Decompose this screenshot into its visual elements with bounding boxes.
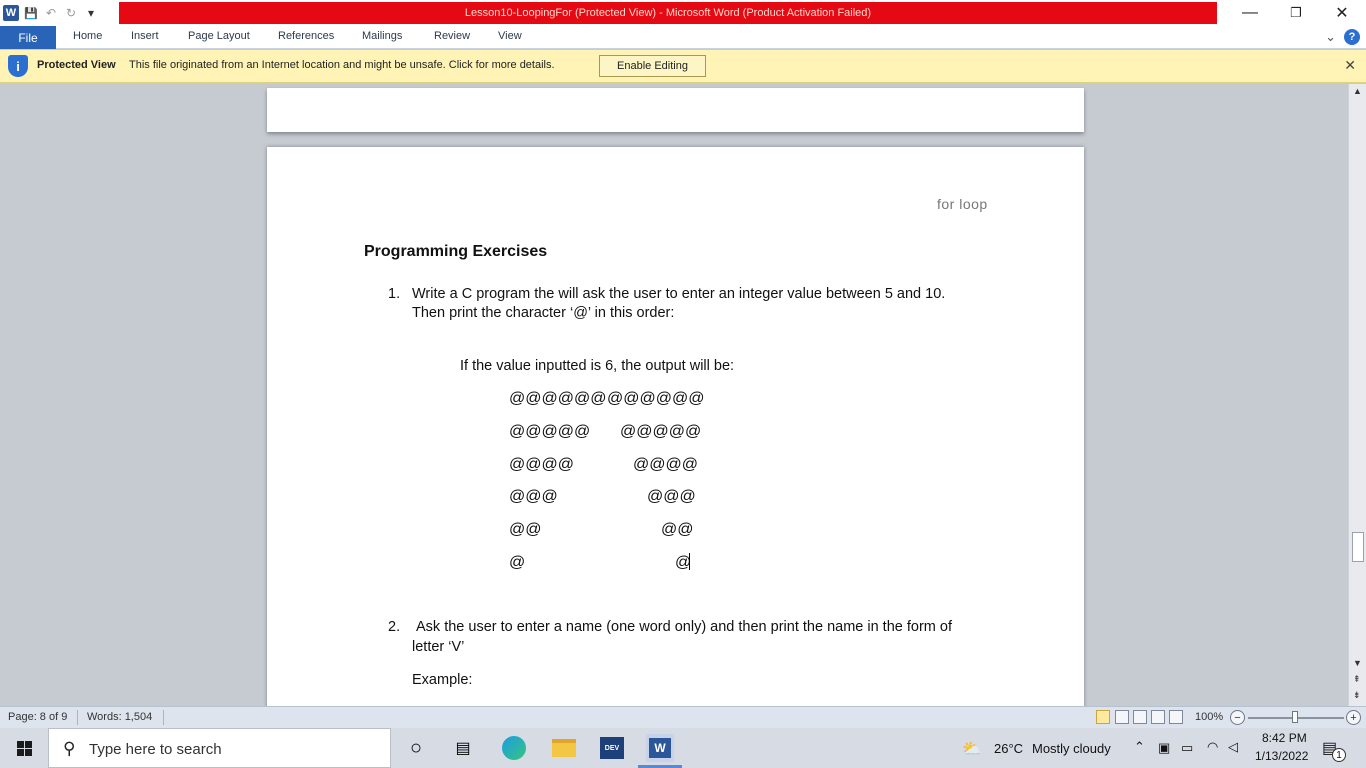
show-hidden-icons-icon[interactable]: ⌃ xyxy=(1134,739,1145,755)
pattern-right-row: @@@ xyxy=(647,488,696,505)
help-icon[interactable]: ? xyxy=(1344,29,1360,45)
zoom-out-button[interactable]: − xyxy=(1230,710,1245,725)
close-protected-bar-icon[interactable]: ✕ xyxy=(1344,57,1356,74)
word-taskbar-icon[interactable]: W xyxy=(646,734,674,762)
exercise-1-line-1: Write a C program the will ask the user … xyxy=(412,286,946,302)
exercise-1-line-2: Then print the character ‘@’ in this ord… xyxy=(412,305,675,321)
exercise-2-line-1: Ask the user to enter a name (one word o… xyxy=(416,619,952,635)
scroll-down-icon[interactable]: ▼ xyxy=(1353,658,1362,668)
file-explorer-icon[interactable] xyxy=(550,734,578,762)
list-number-1: 1. xyxy=(388,286,401,302)
tab-page-layout[interactable]: Page Layout xyxy=(188,30,250,42)
pattern-right-row: @@@@ xyxy=(633,456,698,473)
volume-icon[interactable]: ◁ xyxy=(1228,739,1238,755)
minimize-button[interactable]: — xyxy=(1227,0,1273,26)
notification-badge: 1 xyxy=(1332,748,1346,762)
protected-view-message[interactable]: This file originated from an Internet lo… xyxy=(129,59,555,71)
start-button[interactable] xyxy=(0,728,48,768)
draft-view-icon[interactable] xyxy=(1169,710,1183,724)
tab-file[interactable]: File xyxy=(0,26,56,49)
pattern-right-row: @@@@@@ xyxy=(607,390,705,407)
tab-home[interactable]: Home xyxy=(73,30,102,42)
search-placeholder: Type here to search xyxy=(89,741,222,758)
zoom-slider-thumb[interactable] xyxy=(1292,711,1298,723)
tab-review[interactable]: Review xyxy=(434,30,470,42)
list-number-2: 2. xyxy=(388,619,401,635)
collapse-ribbon-icon[interactable]: ⌄ xyxy=(1325,29,1336,45)
taskbar-search-box[interactable]: ⚲ Type here to search xyxy=(48,728,391,768)
status-divider xyxy=(77,710,78,725)
edge-browser-icon[interactable] xyxy=(500,734,528,762)
text-cursor xyxy=(689,553,690,570)
full-screen-reading-view-icon[interactable] xyxy=(1115,710,1129,724)
meet-now-icon[interactable]: ▣ xyxy=(1158,740,1170,756)
section-heading: Programming Exercises xyxy=(364,243,548,260)
document-area[interactable]: for loop Programming Exercises 1. Write … xyxy=(0,84,1348,706)
pattern-left-row: @ xyxy=(509,554,526,571)
word-logo-icon[interactable]: W xyxy=(3,5,19,21)
customize-qat-icon[interactable]: ▾ xyxy=(83,5,99,21)
dev-cpp-icon[interactable]: DEV xyxy=(598,734,626,762)
cortana-icon[interactable]: ○ xyxy=(402,734,430,762)
pattern-left-row: @@@@ xyxy=(509,456,574,473)
protected-view-label: Protected View xyxy=(37,59,116,71)
search-icon: ⚲ xyxy=(63,739,76,758)
word-count[interactable]: Words: 1,504 xyxy=(87,711,152,723)
pattern-left-row: @@@@@ xyxy=(509,423,591,440)
clock-time[interactable]: 8:42 PM xyxy=(1262,731,1307,745)
save-icon[interactable]: 💾 xyxy=(23,5,39,21)
pattern-left-row: @@@ xyxy=(509,488,558,505)
example-label: Example: xyxy=(412,672,473,688)
pattern-right-row: @@@@@ xyxy=(620,423,702,440)
example-intro: If the value inputted is 6, the output w… xyxy=(460,358,735,374)
scroll-thumb[interactable] xyxy=(1352,532,1364,562)
quick-access-toolbar: W 💾 ↶ ↻ ▾ xyxy=(0,0,99,26)
redo-icon[interactable]: ↻ xyxy=(63,5,79,21)
weather-temperature[interactable]: 26°C xyxy=(994,741,1023,756)
page-count[interactable]: Page: 8 of 9 xyxy=(8,711,67,723)
status-divider xyxy=(163,710,164,725)
vertical-scrollbar[interactable]: ▲ ▼ ⇞ ⇟ xyxy=(1348,84,1366,706)
window-title: Lesson10-LoopingFor (Protected View) - M… xyxy=(119,2,1217,24)
zoom-in-button[interactable]: + xyxy=(1346,710,1361,725)
taskbar: ⚲ Type here to search ○ ▤ DEV W ⛅ 26°C M… xyxy=(0,728,1366,768)
windows-logo-icon xyxy=(16,740,32,756)
previous-page-icon[interactable]: ⇞ xyxy=(1353,674,1361,685)
task-view-icon[interactable]: ▤ xyxy=(449,734,477,762)
pattern-right-row: @@ xyxy=(661,521,694,538)
battery-icon[interactable]: ▭ xyxy=(1181,740,1193,756)
restore-button[interactable]: ❐ xyxy=(1273,0,1319,26)
undo-icon[interactable]: ↶ xyxy=(43,5,59,21)
close-button[interactable]: ✕ xyxy=(1319,0,1365,26)
scroll-up-icon[interactable]: ▲ xyxy=(1353,86,1362,96)
document-page[interactable]: for loop Programming Exercises 1. Write … xyxy=(267,147,1084,706)
print-layout-view-icon[interactable] xyxy=(1096,710,1110,724)
outline-view-icon[interactable] xyxy=(1151,710,1165,724)
pattern-left-row: @@@@@@ xyxy=(509,390,607,407)
tab-mailings[interactable]: Mailings xyxy=(362,30,402,42)
wifi-icon[interactable]: ◠ xyxy=(1207,739,1218,755)
title-bar: W 💾 ↶ ↻ ▾ Lesson10-LoopingFor (Protected… xyxy=(0,0,1366,26)
weather-description[interactable]: Mostly cloudy xyxy=(1032,741,1111,756)
status-bar: Page: 8 of 9 Words: 1,504 100% − + xyxy=(0,706,1366,728)
page-header: for loop xyxy=(937,196,988,212)
tab-insert[interactable]: Insert xyxy=(131,30,159,42)
exercise-2-line-2: letter ‘V’ xyxy=(412,639,465,655)
zoom-level[interactable]: 100% xyxy=(1195,711,1223,723)
ribbon-tabs: File Home Insert Page Layout References … xyxy=(0,26,1366,49)
previous-page xyxy=(267,88,1084,132)
clock-date[interactable]: 1/13/2022 xyxy=(1255,749,1308,763)
shield-icon: i xyxy=(8,55,28,77)
weather-icon[interactable]: ⛅ xyxy=(962,739,982,759)
pattern-left-row: @@ xyxy=(509,521,542,538)
ribbon-controls: ⌄ ? xyxy=(1325,29,1360,45)
enable-editing-button[interactable]: Enable Editing xyxy=(599,55,706,77)
tab-references[interactable]: References xyxy=(278,30,334,42)
protected-view-bar: i Protected View This file originated fr… xyxy=(0,50,1366,83)
tab-view[interactable]: View xyxy=(498,30,522,42)
web-layout-view-icon[interactable] xyxy=(1133,710,1147,724)
next-page-icon[interactable]: ⇟ xyxy=(1353,690,1361,701)
